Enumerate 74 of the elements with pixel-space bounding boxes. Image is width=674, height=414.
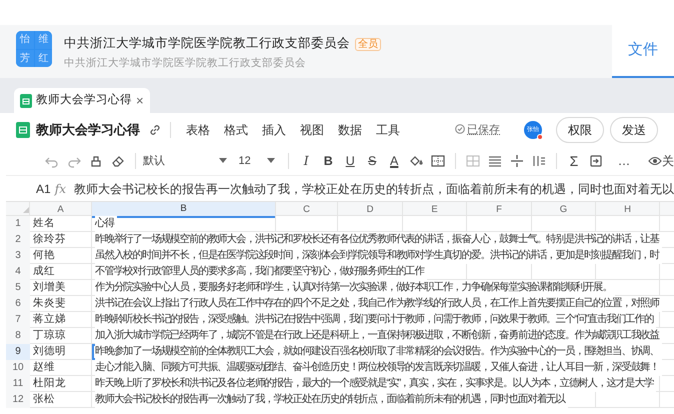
- table-cell-text: 刘增美: [32, 280, 67, 295]
- table-cell: 不管学校对行政管理人员的要求多高，我们都要坚守初心，做好服务师生的工作: [95, 264, 428, 280]
- row-header[interactable]: 4: [6, 264, 30, 280]
- row-header[interactable]: 9: [6, 344, 30, 360]
- table-cell: 昨天晚上听了罗校长和洪书记及各位老师的报告，最大的一个感受就是“实”，真实，实在，实事求是。以人为本，立德树人，这才是大学: [95, 376, 656, 392]
- row-header[interactable]: 2: [6, 232, 30, 248]
- check-circle-icon: [455, 124, 465, 134]
- format-button[interactable]: S: [362, 151, 382, 171]
- group-subtitle: 中共浙江大学城市学院医学院教工行政支部委员会: [64, 56, 307, 71]
- document-tab[interactable]: 教师大会学习心得 ×: [14, 88, 150, 113]
- menu-item[interactable]: 格式: [217, 121, 255, 139]
- menu-item[interactable]: 表格: [179, 121, 217, 139]
- select-all-corner-icon: [23, 207, 29, 214]
- table-cell-text: 赵维: [32, 360, 56, 375]
- table-cell: 心得: [95, 216, 117, 232]
- row-header[interactable]: 3: [6, 248, 30, 264]
- spreadsheet-icon: [16, 122, 30, 138]
- table-cell-text: 蒋立娣: [32, 312, 67, 327]
- caret-icon: [218, 158, 227, 164]
- format-button[interactable]: B: [318, 151, 338, 171]
- font-color-button[interactable]: A: [384, 151, 404, 171]
- eye-icon: [648, 156, 662, 166]
- caret-icon: [267, 158, 276, 164]
- format-button[interactable]: I: [296, 151, 316, 171]
- close-button[interactable]: ×: [136, 90, 144, 110]
- group-title: 中共浙江大学城市学院医学院教工行政支部委员会: [64, 36, 350, 50]
- toolbar-button[interactable]: 发送: [610, 117, 658, 143]
- row-header[interactable]: 7: [6, 312, 30, 328]
- row-header[interactable]: 12: [6, 392, 30, 408]
- member-badge: 全员: [355, 38, 381, 51]
- table-cell-text: 丁琼琼: [32, 328, 67, 343]
- table-cell-text: 杜阳龙: [32, 376, 67, 391]
- format-button[interactable]: U: [340, 151, 360, 171]
- row-header[interactable]: 5: [6, 280, 30, 296]
- table-cell: 昨晚聆听校长书记的报告，深受感触。洪书记在报告中强调，我们要问计于教师，问需于教师，问效果于教师。三个“问”直击我们工作的: [95, 312, 656, 328]
- link-icon[interactable]: [148, 123, 162, 137]
- row-header[interactable]: 1: [6, 216, 30, 232]
- table-cell: 昨晚举行了一场规模空前的教师大会，洪书记和罗校长还有各位优秀教师代表的讲话，振奋人心，鼓舞士气。特别是洪书记的讲话，让基: [95, 232, 662, 248]
- table-cell: 加入浙大城市学院已经两年了，城院不管是在行政上还是科研上，一直保持积极进取，不断创新，奋勇前进的态度。作为城院职工我收益: [95, 328, 662, 344]
- format-button[interactable]: Σ: [564, 151, 584, 171]
- row-header[interactable]: 6: [6, 296, 30, 312]
- table-cell-text: 刘德明: [32, 344, 67, 359]
- fx-label: fx: [54, 180, 66, 198]
- menu-item[interactable]: 工具: [369, 121, 407, 139]
- table-cell-text: 成红: [32, 264, 56, 279]
- table-cell: 虽然入校的时间并不长，但是在医学院这段时间，深刻体会到学院领导和教师对学生真切的爱。洪书记的讲话，更加是时刻提醒我们，时: [95, 248, 662, 264]
- table-cell-text: 徐玲芬: [32, 232, 67, 247]
- menu-item[interactable]: 视图: [293, 121, 331, 139]
- row-header[interactable]: 8: [6, 328, 30, 344]
- files-tab[interactable]: 文件: [612, 25, 674, 78]
- font-size-select[interactable]: 12: [238, 152, 282, 170]
- table-cell-text: 姓名: [32, 216, 56, 231]
- formula-text[interactable]: 教师大会书记校长的报告再一次触动了我，学校正处在历史的转折点，面临着前所未有的机遇，同时也面对着无以: [74, 180, 674, 198]
- format-button[interactable]: …: [614, 151, 634, 171]
- spreadsheet-icon: [20, 94, 32, 108]
- document-title: 教师大会学习心得: [36, 121, 140, 140]
- menu-item[interactable]: 插入: [255, 121, 293, 139]
- save-status: 已保存: [455, 122, 500, 138]
- menu-item[interactable]: 数据: [331, 121, 369, 139]
- group-avatar: 怡 维 芳 红: [16, 31, 52, 67]
- font-select[interactable]: 默认: [142, 152, 237, 170]
- table-cell: 昨晚参加了一场规模空前的全体教职工大会，就如何建设百强名校听取了非常精彩的会议报告。作为实验中心的一员，围绕担当、协调、: [95, 344, 662, 360]
- toolbar-button[interactable]: 权限: [556, 117, 604, 143]
- cell-reference: A1: [35, 180, 52, 198]
- table-cell: 教师大会书记校长的报告再一次触动了我，学校正处在历史的转折点，面临着前所未有的机遇，同时也面对着无以: [95, 392, 568, 408]
- table-cell-text: 朱炎斐: [32, 296, 67, 311]
- row-header[interactable]: 10: [6, 360, 30, 376]
- view-button[interactable]: 关: [648, 152, 674, 170]
- table-cell: 走心才能入脑、同频方可共振、温暖驱动团结、奋斗创造历史！两位校领导的发言既亲切温暖，又催人奋进，让人耳目一新，深受鼓舞！: [95, 360, 662, 376]
- table-cell-text: 何艳: [32, 248, 56, 263]
- table-cell: 洪书记在会议上指出了行政人员在工作中存在的四个不足之处，我自己作为教学线的行政人员，在工作上首先要摆正自己的位置，对照师: [95, 296, 662, 312]
- table-cell-text: 张松: [32, 392, 56, 407]
- row-header[interactable]: 11: [6, 376, 30, 392]
- table-cell: 作为分院实验中心人员，要服务好老师和学生，认真对待第一次实验课，做好本职工作，力争确保每堂实验课都能顺利开展。: [95, 280, 616, 296]
